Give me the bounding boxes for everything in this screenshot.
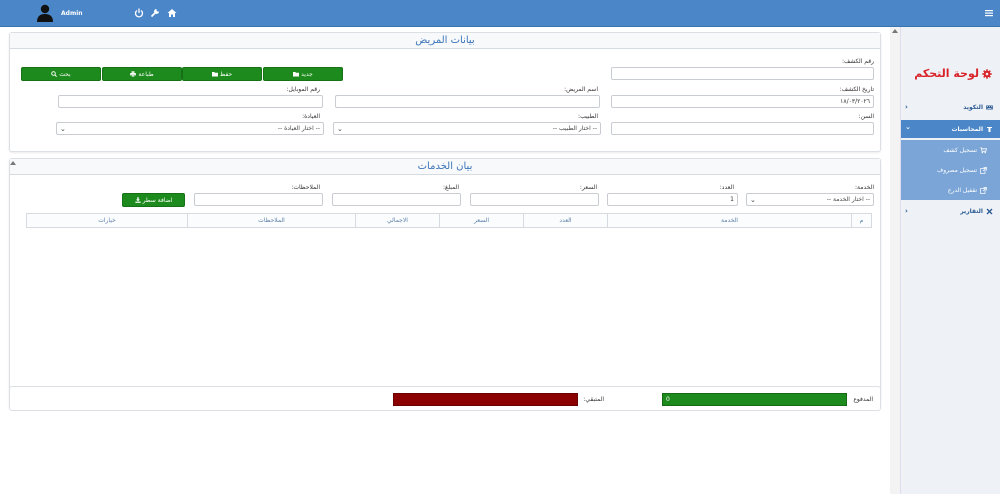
count-input[interactable]: 1 — [607, 193, 738, 206]
remaining-label: المتبقي: — [583, 396, 604, 403]
column-header: العدد — [523, 214, 607, 227]
doctor-select-value: -- اختار الطبيب -- — [552, 125, 597, 132]
totals-bar: المدفوع 0 المتبقي: — [9, 386, 881, 411]
sidebar-subitem-label: تسجيل مصروف — [936, 166, 977, 174]
column-header: خيارات — [98, 217, 116, 224]
amount-input[interactable] — [332, 193, 461, 206]
exam-no-label: رقم الكشف: — [841, 58, 874, 65]
power-icon[interactable] — [134, 8, 144, 18]
user-avatar-icon[interactable] — [37, 4, 53, 22]
home-icon[interactable] — [167, 8, 177, 18]
add-row-button[interactable]: اضافة سطر — [122, 193, 185, 207]
money-icon — [987, 126, 992, 132]
folder-icon — [293, 72, 300, 77]
service-select[interactable]: -- اختار الخدمة -- ⌄ — [746, 193, 874, 206]
notes-input[interactable] — [194, 193, 323, 206]
gear-icon — [982, 68, 992, 79]
count-label: العدد: — [719, 184, 734, 191]
main-content: بيانات المريض رقم الكشف: جديد حفظ طباعة … — [0, 27, 890, 494]
chevron-left-icon: ‹ — [905, 103, 908, 111]
wrench-icon[interactable] — [150, 8, 160, 18]
menu-icon[interactable] — [984, 8, 994, 18]
column-header: الملاحظات — [187, 214, 355, 227]
price-input[interactable] — [470, 193, 599, 206]
print-button-label: طباعة — [138, 70, 154, 78]
save-button[interactable]: حفظ — [182, 67, 262, 81]
services-panel: بيان الخدمات الخدمة: -- اختار الخدمة -- … — [9, 158, 881, 408]
chevron-down-icon: ⌄ — [60, 125, 66, 133]
column-header: الخدمة — [607, 214, 851, 227]
sidebar-subitem-label: تسجيل كشف — [943, 146, 977, 154]
column-header: السعر — [439, 214, 523, 227]
age-input[interactable] — [611, 122, 874, 135]
external-link-icon — [980, 186, 987, 194]
chevron-down-icon: ⌄ — [905, 123, 911, 131]
download-icon — [134, 197, 141, 203]
chevron-down-icon: ⌄ — [750, 196, 756, 204]
page-scrollbar[interactable] — [890, 27, 900, 494]
age-label: السن: — [858, 113, 874, 120]
chevron-down-icon: ⌄ — [337, 125, 343, 133]
scroll-up-icon[interactable] — [892, 29, 898, 33]
sidebar-item-label: المحاسبات — [951, 125, 983, 133]
sidebar-item-accounts[interactable]: المحاسبات ⌄ — [901, 120, 1000, 138]
chevron-left-icon: ‹ — [905, 207, 908, 215]
services-panel-title: بيان الخدمات — [10, 159, 880, 175]
exam-no-input[interactable] — [611, 67, 874, 80]
mobile-input[interactable] — [58, 95, 323, 108]
sidebar-item-label: التكويد — [963, 103, 983, 111]
user-name[interactable]: Admin — [61, 10, 83, 17]
folder-icon — [211, 72, 218, 77]
patient-name-label: اسم المريض: — [564, 86, 598, 93]
sidebar-title-text: لوحة التحكم — [914, 67, 979, 80]
doctor-select[interactable]: -- اختار الطبيب -- ⌄ — [333, 122, 601, 135]
sidebar-subitem-register-exam[interactable]: تسجيل كشف — [901, 140, 1000, 160]
amount-label: المبلغ: — [443, 184, 459, 191]
sidebar-subitem-close-drawer[interactable]: تقفيل الدرج — [901, 180, 1000, 200]
service-label: الخدمة: — [855, 184, 874, 191]
patient-name-input[interactable] — [335, 95, 600, 108]
print-icon — [130, 71, 137, 77]
search-button-label: بحث — [59, 70, 71, 78]
service-select-value: -- اختار الخدمة -- — [826, 196, 870, 203]
mobile-label: رقم الموبايل: — [286, 86, 320, 93]
keyboard-icon — [986, 105, 993, 109]
price-label: السعر: — [579, 184, 597, 191]
sidebar-subitem-label: تقفيل الدرج — [947, 186, 977, 194]
save-button-label: حفظ — [219, 70, 233, 78]
sidebar-item-label: التقارير — [960, 207, 983, 215]
clinic-select-value: -- اختار العيادة -- — [277, 125, 320, 132]
scroll-up-icon[interactable] — [10, 161, 16, 165]
new-button[interactable]: جديد — [263, 67, 343, 81]
paid-input[interactable]: 0 — [662, 393, 847, 406]
sidebar-title: لوحة التحكم — [914, 67, 992, 80]
remaining-input[interactable] — [393, 393, 578, 406]
exam-date-label: تاريخ الكشف: — [839, 86, 874, 93]
new-button-label: جديد — [301, 70, 313, 78]
doctor-label: الطبيب: — [578, 113, 598, 120]
patient-panel-title: بيانات المريض — [10, 33, 880, 49]
paid-label: المدفوع — [853, 396, 873, 403]
exam-date-input[interactable]: ١٨/٠٣/٢٠٢٦ — [611, 95, 874, 108]
search-button[interactable]: بحث — [21, 67, 101, 81]
top-bar: Admin — [0, 0, 1000, 27]
sidebar-item-coding[interactable]: التكويد ‹ — [901, 98, 1000, 116]
tools-icon — [986, 208, 993, 214]
clinic-label: العيادة: — [302, 113, 320, 120]
external-link-icon — [980, 166, 987, 174]
column-header: م — [851, 214, 871, 227]
sidebar-item-reports[interactable]: التقارير ‹ — [901, 202, 1000, 220]
notes-label: الملاحظات: — [291, 184, 320, 191]
clinic-select[interactable]: -- اختار العيادة -- ⌄ — [56, 122, 324, 135]
search-icon — [51, 71, 58, 77]
print-button[interactable]: طباعة — [102, 67, 182, 81]
cart-icon — [980, 146, 987, 153]
sidebar-subitem-register-expense[interactable]: تسجيل مصروف — [901, 160, 1000, 180]
patient-panel: بيانات المريض رقم الكشف: جديد حفظ طباعة … — [9, 32, 881, 152]
services-table-header: م الخدمة العدد السعر الاجمالي الملاحظات … — [26, 213, 872, 228]
sidebar: لوحة التحكم التكويد ‹ المحاسبات ⌄ تسجيل … — [900, 27, 1000, 494]
add-row-button-label: اضافة سطر — [142, 196, 173, 204]
column-header: الاجمالي — [355, 214, 439, 227]
